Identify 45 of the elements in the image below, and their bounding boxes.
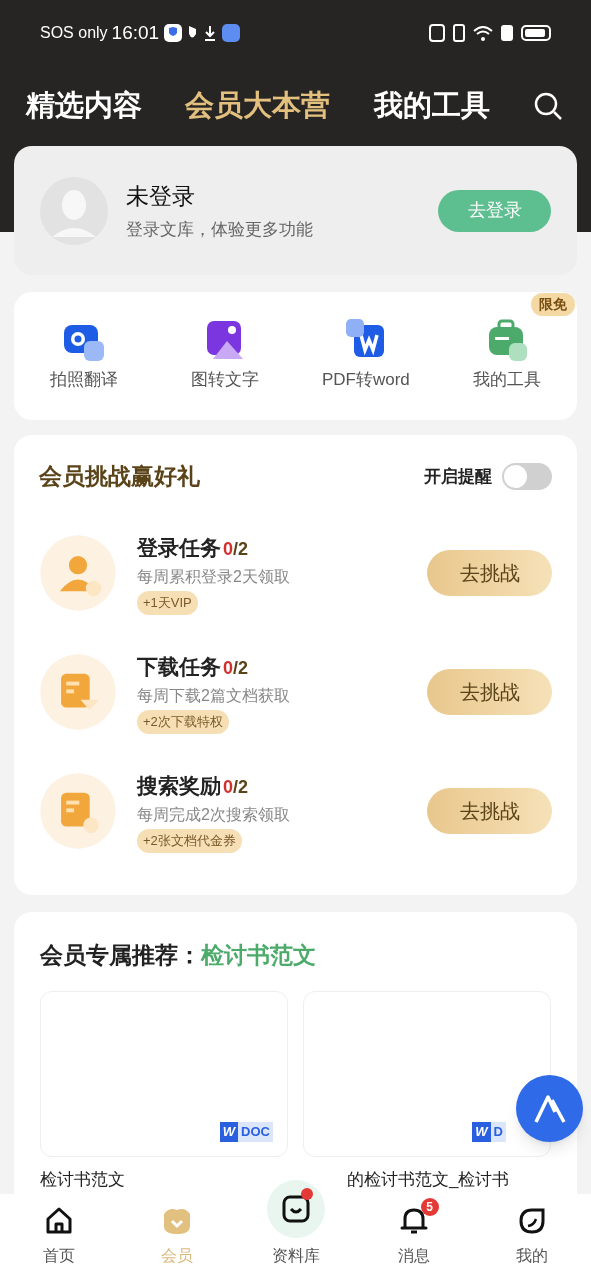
wifi-icon <box>473 24 493 42</box>
search-document-icon <box>39 772 117 850</box>
download-icon <box>203 23 218 43</box>
ai-logo-icon <box>532 1093 567 1124</box>
challenge-button[interactable]: 去挑战 <box>427 669 552 715</box>
tool-button[interactable]: 图转文字 <box>191 319 260 393</box>
battery-icon <box>521 25 551 41</box>
document-title: 的检讨书范文_检讨书 <box>347 1168 510 1191</box>
login-subtitle: 登录文库，体验更多功能 <box>126 219 314 241</box>
carrier-text: SOS only <box>40 23 108 43</box>
clock-text: 16:01 <box>111 20 160 45</box>
document-title: 检讨书范文 <box>40 1168 125 1191</box>
nav-tab[interactable]: 我的 <box>472 1196 591 1268</box>
unread-count-badge: 5 <box>420 1198 439 1216</box>
task-description: 每周完成2次搜索领取 <box>137 805 290 825</box>
challenge-button[interactable]: 去挑战 <box>427 550 552 596</box>
tool-button[interactable]: 拍照翻译 <box>50 319 119 393</box>
task-description: 每周累积登录2天领取 <box>137 567 290 587</box>
tool-button[interactable]: PDF转word <box>321 319 410 393</box>
reward-tag: +1天VIP <box>137 591 198 615</box>
tool-button[interactable]: 我的工具 <box>472 319 541 393</box>
nav-tab[interactable]: 5 消息 <box>354 1196 473 1268</box>
task-title: 下载任务0/2 <box>137 653 249 680</box>
header-tab[interactable]: 会员大本营 <box>185 84 331 128</box>
recommend-title: 会员专属推荐：检讨书范文 <box>40 941 317 970</box>
nav-tab[interactable]: 首页 <box>0 1196 119 1268</box>
reminder-label: 开启提醒 <box>424 465 492 488</box>
free-badge: 限免 <box>531 293 575 317</box>
challenge-title: 会员挑战赢好礼 <box>39 462 200 491</box>
login-status-title: 未登录 <box>126 181 196 211</box>
document-thumbnail[interactable]: W DOC <box>40 990 288 1157</box>
task-title: 登录任务0/2 <box>137 534 249 561</box>
person-icon <box>39 534 117 612</box>
reward-tag: +2次下载特权 <box>137 710 229 734</box>
header-tab[interactable]: 我的工具 <box>373 84 490 128</box>
task-title: 搜索奖励0/2 <box>137 772 249 799</box>
search-icon[interactable] <box>533 91 563 121</box>
store-app-icon <box>221 23 242 43</box>
task-description: 每周下载2篇文档获取 <box>137 686 290 706</box>
shield-app-icon <box>163 23 184 43</box>
challenge-button[interactable]: 去挑战 <box>427 788 552 834</box>
reward-tag: +2张文档代金券 <box>137 829 242 853</box>
header-tab[interactable]: 精选内容 <box>26 84 142 128</box>
reminder-toggle[interactable] <box>502 462 552 490</box>
download-document-icon <box>39 653 117 731</box>
